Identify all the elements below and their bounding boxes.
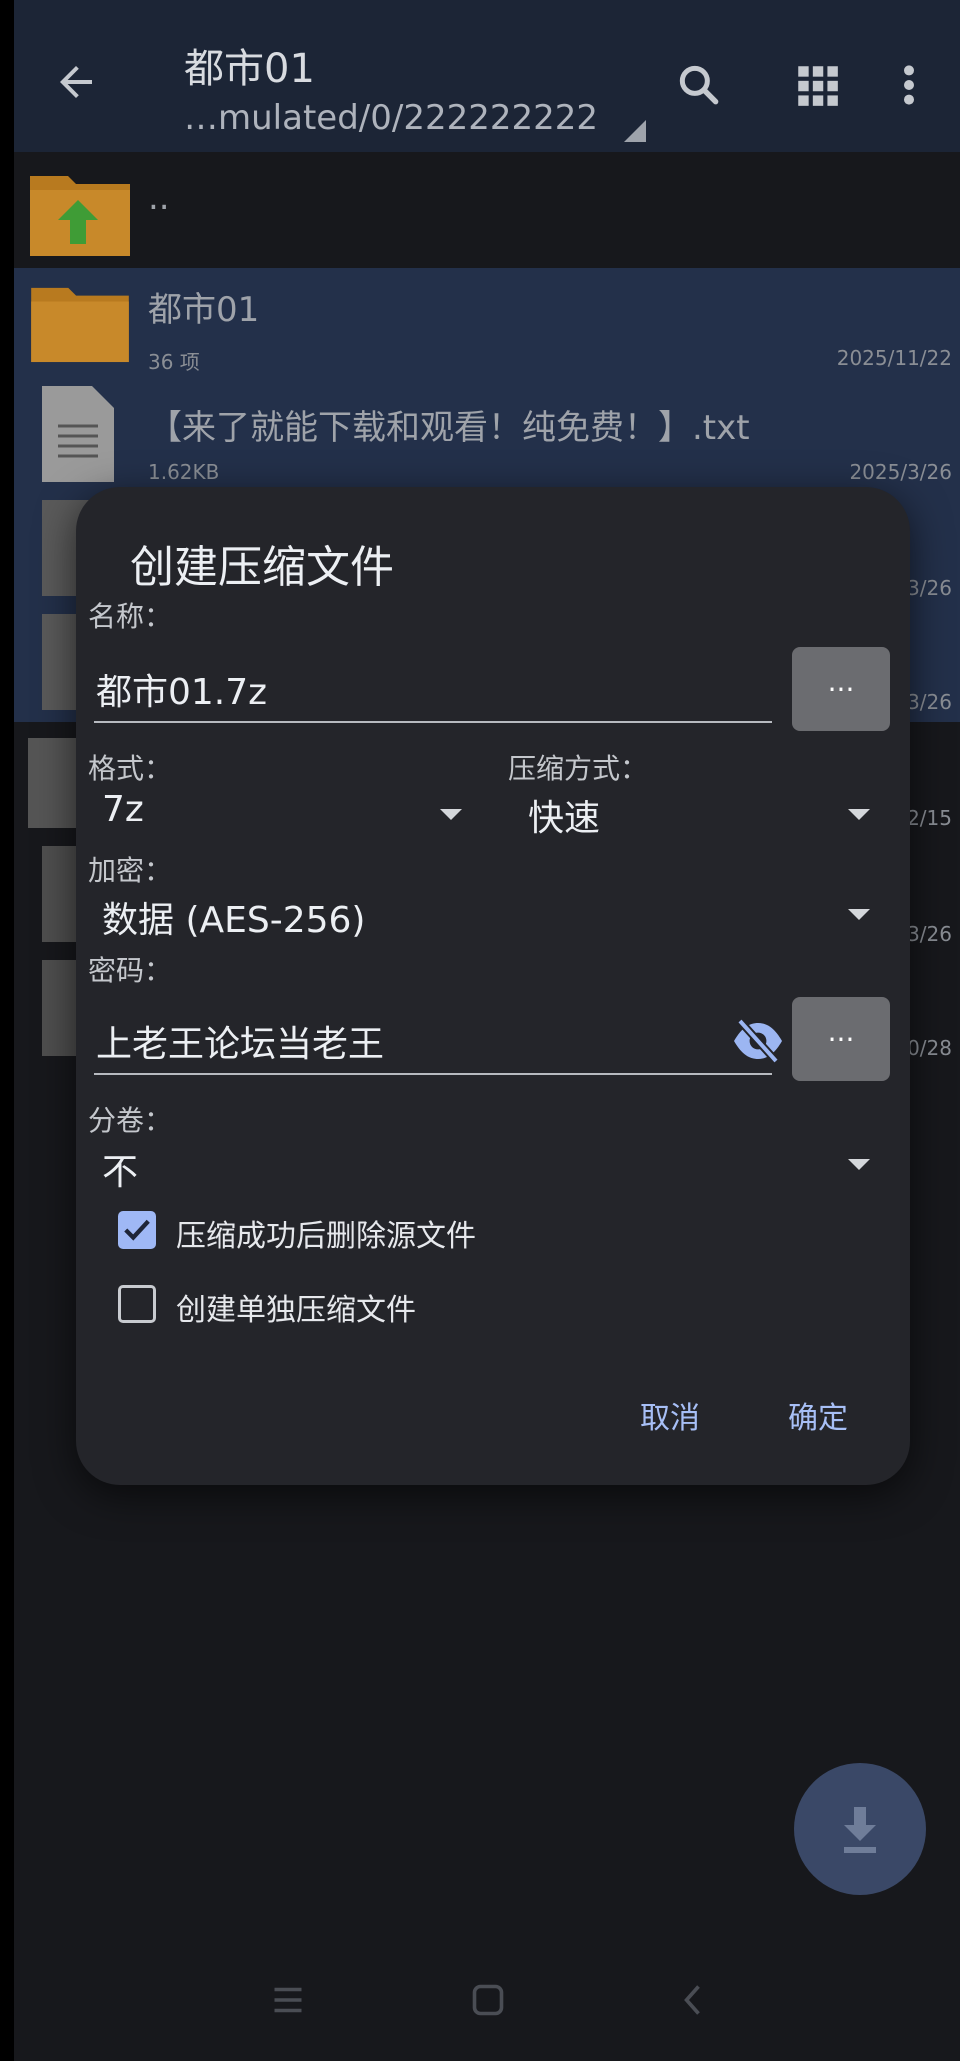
text-file-icon: [42, 386, 114, 482]
list-item-date: 0/28: [907, 1036, 952, 1060]
password-label: 密码：: [88, 954, 173, 987]
split-select[interactable]: 不: [102, 1143, 138, 1195]
encrypt-dropdown-icon[interactable]: [848, 909, 870, 920]
method-select[interactable]: 快速: [528, 789, 600, 841]
path-dropdown-icon[interactable]: [624, 120, 646, 142]
list-item-date: 3/26: [907, 690, 952, 714]
back-nav-icon[interactable]: [676, 1982, 712, 2018]
name-label: 名称：: [88, 600, 173, 633]
download-icon: [844, 1807, 876, 1853]
home-icon[interactable]: [470, 1982, 506, 2018]
list-item[interactable]: 【来了就能下载和观看！纯免费！】.txt 1.62KB 2025/3/26: [14, 380, 960, 494]
browse-button[interactable]: ...: [792, 647, 890, 731]
list-item-name: ..: [148, 178, 170, 218]
check-icon: [124, 1219, 150, 1241]
encrypt-label: 加密：: [88, 854, 173, 887]
list-item-meta: 36 项: [148, 350, 200, 374]
list-item-date: 2/15: [907, 806, 952, 830]
password-input[interactable]: 上老王论坛当老王: [96, 1015, 384, 1067]
list-item-name: 都市01: [148, 290, 260, 330]
cancel-button[interactable]: 取消: [640, 1393, 700, 1437]
recents-icon[interactable]: [270, 1982, 306, 2018]
method-dropdown-icon[interactable]: [848, 809, 870, 820]
separate-archive-label[interactable]: 创建单独压缩文件: [176, 1285, 416, 1329]
format-dropdown-icon[interactable]: [440, 809, 462, 820]
folder-up-icon: [30, 176, 130, 256]
grid-view-icon[interactable]: [792, 60, 842, 110]
encrypt-select[interactable]: 数据 (AES-256): [102, 891, 365, 943]
method-label: 压缩方式：: [508, 752, 649, 785]
list-item-name: 【来了就能下载和观看！纯免费！】.txt: [148, 408, 750, 448]
list-item-date: 2025/3/26: [849, 460, 952, 484]
split-dropdown-icon[interactable]: [848, 1159, 870, 1170]
app-bar: 都市01 …mulated/0/222222222: [14, 0, 960, 152]
list-item-date: 2025/11/22: [836, 346, 952, 370]
list-item-meta: 1.62KB: [148, 460, 220, 484]
download-fab[interactable]: [794, 1763, 926, 1895]
name-input-underline: [94, 721, 772, 723]
list-item-date: 3/26: [907, 922, 952, 946]
page-title: 都市01: [184, 46, 315, 92]
password-input-underline: [94, 1073, 772, 1075]
arrow-back-icon[interactable]: [52, 58, 100, 106]
visibility-off-icon[interactable]: [732, 1019, 784, 1063]
folder-icon: [31, 287, 129, 363]
search-icon[interactable]: [674, 60, 724, 110]
list-item-parent[interactable]: ..: [14, 160, 960, 260]
system-nav-bar: [14, 1960, 960, 2061]
split-label: 分卷：: [88, 1104, 173, 1137]
format-select[interactable]: 7z: [102, 789, 144, 830]
ok-button[interactable]: 确定: [788, 1393, 848, 1437]
list-item-date: 3/26: [907, 576, 952, 600]
dialog-title: 创建压缩文件: [130, 542, 394, 593]
path-breadcrumb[interactable]: …mulated/0/222222222: [184, 98, 598, 138]
format-label: 格式：: [88, 752, 173, 785]
password-options-button[interactable]: ...: [792, 997, 890, 1081]
separate-archive-checkbox[interactable]: [118, 1285, 156, 1323]
screen: 都市01 …mulated/0/222222222 .. 都市01 36 项 2…: [14, 0, 960, 2061]
delete-source-checkbox[interactable]: [118, 1211, 156, 1249]
list-item[interactable]: 都市01 36 项 2025/11/22: [14, 268, 960, 378]
create-archive-dialog: 创建压缩文件 名称： 都市01.7z ... 格式： 7z 压缩方式： 快速 加…: [76, 487, 910, 1485]
more-vert-icon[interactable]: [894, 60, 924, 110]
delete-source-label[interactable]: 压缩成功后删除源文件: [176, 1211, 476, 1255]
name-input[interactable]: 都市01.7z: [96, 663, 267, 715]
